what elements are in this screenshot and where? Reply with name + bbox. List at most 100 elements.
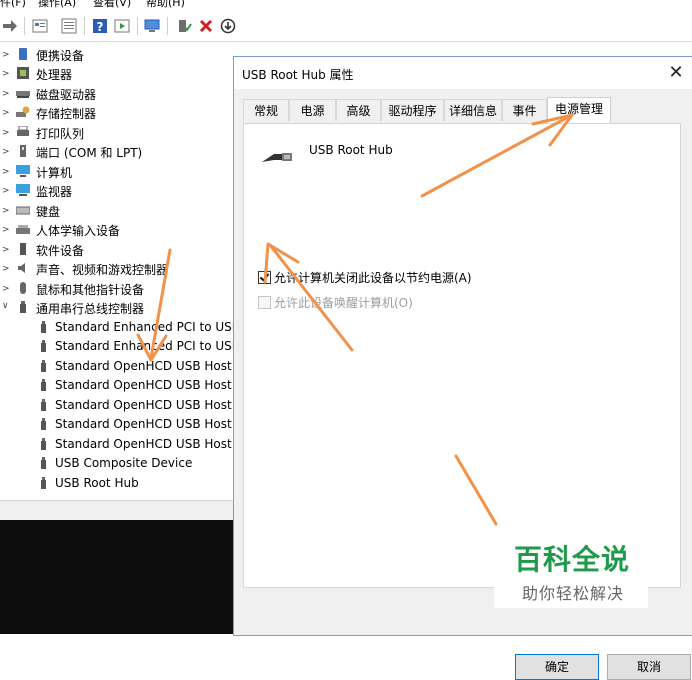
tree-node-print-queue[interactable]: > 打印队列 bbox=[0, 123, 233, 142]
tree-node-ports[interactable]: > 端口 (COM 和 LPT) bbox=[0, 142, 233, 161]
tab-details[interactable]: 详细信息 bbox=[444, 99, 502, 121]
tree-node-label: 软件设备 bbox=[36, 244, 85, 258]
processor-icon bbox=[17, 67, 29, 79]
tree-node-hid[interactable]: > 人体学输入设备 bbox=[0, 220, 233, 239]
tree-node-label: 便携设备 bbox=[36, 49, 85, 63]
expand-arrow-icon[interactable]: > bbox=[2, 284, 10, 294]
tree-node-label: 打印队列 bbox=[36, 127, 85, 141]
tree-node-monitor[interactable]: > 监视器 bbox=[0, 181, 233, 200]
scan-icon[interactable] bbox=[144, 18, 160, 34]
watermark-subtitle: 助你轻松解决 bbox=[522, 584, 625, 603]
dialog-title-bar[interactable]: USB Root Hub 属性 ✕ bbox=[234, 57, 692, 89]
disk-drive-icon bbox=[16, 91, 30, 98]
menu-file[interactable]: 件(F) bbox=[0, 0, 26, 8]
ok-button[interactable]: 确定 bbox=[515, 654, 599, 680]
expand-arrow-icon[interactable]: > bbox=[2, 128, 10, 138]
tree-child-usb-device[interactable]: USB Composite Device bbox=[0, 454, 233, 473]
usb-device-icon bbox=[41, 340, 46, 352]
hid-icon bbox=[16, 225, 30, 234]
tree-node-storage[interactable]: > 存储控制器 bbox=[0, 103, 233, 122]
expand-arrow-icon[interactable]: > bbox=[2, 89, 10, 99]
uninstall-icon[interactable] bbox=[198, 18, 214, 34]
expand-arrow-icon[interactable]: > bbox=[2, 69, 10, 79]
collapse-arrow-icon[interactable]: ∨ bbox=[2, 301, 9, 311]
expand-arrow-icon[interactable]: > bbox=[2, 264, 10, 274]
tree-node-label: 端口 (COM 和 LPT) bbox=[36, 146, 143, 160]
tree-node-portable[interactable]: > 便携设备 bbox=[0, 45, 233, 64]
tree-node-label: 存储控制器 bbox=[36, 107, 97, 121]
view-icon[interactable] bbox=[61, 18, 77, 34]
tree-node-mouse[interactable]: > 鼠标和其他指针设备 bbox=[0, 279, 233, 298]
tab-strip: 常规 电源 高级 驱动程序 详细信息 事件 电源管理 bbox=[243, 97, 683, 123]
allow-wake-label: 允许此设备唤醒计算机(O) bbox=[274, 296, 413, 310]
usb-device-icon bbox=[41, 379, 46, 391]
allow-power-off-checkbox[interactable] bbox=[258, 271, 271, 284]
expand-arrow-icon[interactable]: > bbox=[2, 225, 10, 235]
expand-arrow-icon[interactable]: > bbox=[2, 167, 10, 177]
tab-events[interactable]: 事件 bbox=[502, 99, 547, 121]
properties-icon[interactable] bbox=[32, 18, 48, 34]
usb-device-icon bbox=[41, 321, 46, 333]
tree-child-label: Standard Enhanced PCI to USB bbox=[55, 320, 233, 334]
tree-child-usb-root-hub[interactable]: USB Root Hub bbox=[0, 474, 233, 493]
cancel-button[interactable]: 取消 bbox=[607, 654, 691, 680]
tree-node-label: 监视器 bbox=[36, 185, 73, 199]
tree-node-processor[interactable]: > 处理器 bbox=[0, 64, 233, 83]
tab-power[interactable]: 电源 bbox=[289, 99, 336, 121]
tree-child-usb-device[interactable]: Standard OpenHCD USB Host C bbox=[0, 357, 233, 376]
usb-device-icon bbox=[41, 477, 46, 489]
tree-child-label: Standard Enhanced PCI to USB bbox=[55, 339, 233, 353]
keyboard-icon bbox=[16, 206, 30, 215]
tab-advanced[interactable]: 高级 bbox=[336, 99, 381, 121]
tree-child-usb-device[interactable]: Standard OpenHCD USB Host C bbox=[0, 415, 233, 434]
expand-arrow-icon[interactable]: > bbox=[2, 206, 10, 216]
portable-device-icon bbox=[19, 48, 27, 60]
tree-child-usb-device[interactable]: Standard OpenHCD USB Host C bbox=[0, 435, 233, 454]
tree-node-disk[interactable]: > 磁盘驱动器 bbox=[0, 84, 233, 103]
tree-node-computer[interactable]: > 计算机 bbox=[0, 162, 233, 181]
enable-icon[interactable] bbox=[176, 18, 192, 34]
watermark: 百科全说 助你轻松解决 bbox=[494, 528, 648, 608]
tab-driver[interactable]: 驱动程序 bbox=[381, 99, 444, 121]
close-icon[interactable]: ✕ bbox=[665, 62, 687, 84]
tab-power-management[interactable]: 电源管理 bbox=[547, 97, 611, 123]
expand-arrow-icon[interactable]: > bbox=[2, 50, 10, 60]
tree-node-label: 磁盘驱动器 bbox=[36, 88, 97, 102]
tree-node-software[interactable]: > 软件设备 bbox=[0, 240, 233, 259]
tree-node-usb[interactable]: ∨ 通用串行总线控制器 bbox=[0, 298, 233, 317]
help-icon[interactable]: ? bbox=[92, 18, 108, 34]
tree-node-label: 通用串行总线控制器 bbox=[36, 302, 145, 316]
tree-child-usb-device[interactable]: Standard OpenHCD USB Host C bbox=[0, 396, 233, 415]
tree-child-label: Standard OpenHCD USB Host C bbox=[55, 437, 233, 451]
menu-action[interactable]: 操作(A) bbox=[38, 0, 76, 8]
expand-arrow-icon[interactable]: > bbox=[2, 147, 10, 157]
tree-child-label: Standard OpenHCD USB Host C bbox=[55, 417, 233, 431]
forward-icon[interactable] bbox=[2, 18, 18, 34]
monitor-icon bbox=[16, 184, 30, 196]
tree-node-sound[interactable]: > 声音、视频和游戏控制器 bbox=[0, 259, 233, 278]
menu-view[interactable]: 查看(V) bbox=[93, 0, 131, 8]
expand-arrow-icon[interactable]: > bbox=[2, 245, 10, 255]
tab-general[interactable]: 常规 bbox=[243, 99, 289, 121]
run-icon[interactable] bbox=[114, 18, 130, 34]
device-name: USB Root Hub bbox=[309, 143, 393, 157]
update-driver-icon[interactable] bbox=[220, 18, 236, 34]
watermark-title: 百科全说 bbox=[514, 543, 631, 576]
menu-bar: 件(F) 操作(A) 查看(V) 帮助(H) bbox=[0, 0, 692, 12]
tree-child-label: Standard OpenHCD USB Host C bbox=[55, 398, 233, 412]
computer-icon bbox=[16, 165, 30, 177]
usb-plug-icon bbox=[262, 153, 292, 162]
expand-arrow-icon[interactable]: > bbox=[2, 186, 10, 196]
tree-node-label: 人体学输入设备 bbox=[36, 224, 121, 238]
tree-node-keyboard[interactable]: > 键盘 bbox=[0, 201, 233, 220]
expand-arrow-icon[interactable]: > bbox=[2, 108, 10, 118]
tree-child-usb-device[interactable]: Standard Enhanced PCI to USB bbox=[0, 318, 233, 337]
tree-child-usb-device[interactable]: Standard OpenHCD USB Host C bbox=[0, 376, 233, 395]
mouse-icon bbox=[20, 282, 26, 294]
toolbar: ? bbox=[0, 13, 692, 42]
menu-help[interactable]: 帮助(H) bbox=[146, 0, 185, 8]
allow-wake-checkbox bbox=[258, 296, 271, 309]
storage-controller-icon bbox=[16, 106, 30, 117]
tree-child-usb-device[interactable]: Standard Enhanced PCI to USB bbox=[0, 337, 233, 356]
software-device-icon bbox=[20, 243, 26, 255]
